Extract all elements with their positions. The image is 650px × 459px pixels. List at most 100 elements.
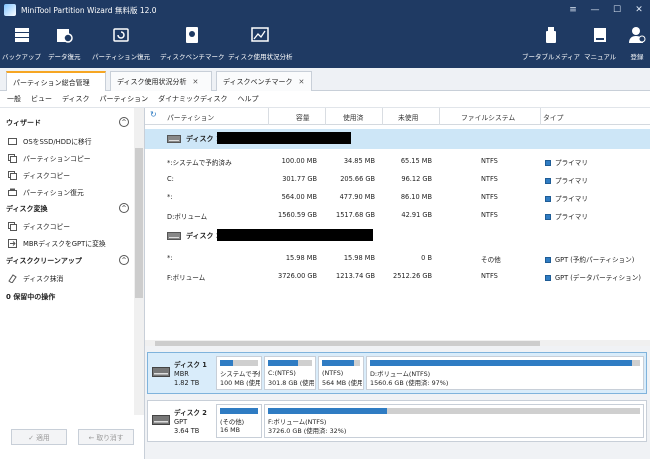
backup-button[interactable]: バックアップ xyxy=(2,24,41,61)
usage-bar xyxy=(268,360,298,366)
disk-map-row-2[interactable]: ディスク 2 GPT 3.64 TB (その他) 16 MB F:ボリューム(N… xyxy=(147,400,647,442)
partition-block[interactable]: C:(NTFS) 301.8 GB (使用 xyxy=(264,356,316,390)
maximize-icon[interactable]: ☐ xyxy=(606,0,628,20)
undo-button[interactable]: ← 取り消す xyxy=(78,429,134,445)
copy-icon xyxy=(8,221,17,231)
section-wizard: ウィザード xyxy=(6,119,41,127)
pending-operations: 0 保留中の操作 xyxy=(6,293,56,301)
window-controls: ≡ — ☐ ✕ xyxy=(562,0,650,20)
apply-button[interactable]: ✓ 適用 xyxy=(11,429,67,445)
recovery-icon xyxy=(8,188,17,197)
app-logo-icon xyxy=(4,4,16,16)
disk-icon xyxy=(167,232,181,240)
partition-block[interactable]: (NTFS) 564 MB (使用 xyxy=(318,356,364,390)
table-row[interactable]: D:ボリューム 1560.59 GB 1517.68 GB 42.91 GB N… xyxy=(145,206,650,224)
partition-recovery-button[interactable]: パーティション復元 xyxy=(92,24,150,61)
action-bar: ✓ 適用 ← 取り消す xyxy=(0,415,144,459)
redacted-disk-label xyxy=(217,229,373,241)
migrate-icon xyxy=(8,137,17,146)
table-row[interactable]: *: 564.00 MB 477.90 MB 86.10 MB NTFS プライ… xyxy=(145,188,650,206)
disk-icon xyxy=(152,367,170,377)
disk-map-info: ディスク 2 GPT 3.64 TB xyxy=(148,401,214,441)
menu-dynamic-disk[interactable]: ダイナミックディスク xyxy=(158,94,227,104)
redacted-disk-label xyxy=(217,132,351,144)
partition-block[interactable]: F:ボリューム(NTFS) 3726.0 GB (使用済: 32%) xyxy=(264,404,644,438)
space-analyzer-icon xyxy=(249,24,271,46)
partition-block[interactable]: D:ボリューム(NTFS) 1560.6 GB (使用済: 97%) xyxy=(366,356,644,390)
usage-bar xyxy=(268,408,388,414)
minimize-icon[interactable]: — xyxy=(584,0,606,20)
table-row[interactable]: *: 15.98 MB 15.98 MB 0 B その他 GPT (予約パーティ… xyxy=(145,249,650,267)
refresh-icon[interactable]: ↻ xyxy=(150,110,157,119)
tab-bar: パーティション総合管理 ディスク使用状況分析 ✕ ディスクベンチマーク ✕ xyxy=(0,68,650,92)
close-tab-icon[interactable]: ✕ xyxy=(299,78,305,86)
collapse-icon[interactable]: ^ xyxy=(119,117,129,127)
menu-view[interactable]: ビュー xyxy=(31,94,52,104)
partition-block[interactable]: システムで予約 100 MB (使用 xyxy=(216,356,262,390)
primary-type-icon xyxy=(545,160,551,166)
partition-recovery-icon xyxy=(110,24,132,46)
data-recovery-icon xyxy=(53,24,75,46)
section-disk-convert: ディスク変換 xyxy=(6,205,48,213)
disk-benchmark-icon xyxy=(181,24,203,46)
backup-icon xyxy=(11,24,33,46)
space-analyzer-button[interactable]: ディスク使用状況分析 xyxy=(228,24,293,61)
window-title: MiniTool Partition Wizard 無料版 12.0 xyxy=(21,5,157,15)
disk-map-row-1[interactable]: ディスク 1 MBR 1.82 TB システムで予約 100 MB (使用 C:… xyxy=(147,352,647,394)
title-bar: MiniTool Partition Wizard 無料版 12.0 ≡ — ☐… xyxy=(0,0,650,20)
menu-disk[interactable]: ディスク xyxy=(62,94,90,104)
tab-disk-benchmark[interactable]: ディスクベンチマーク ✕ xyxy=(216,71,312,91)
sidebar-item-disk-copy[interactable]: ディスクコピー xyxy=(8,170,70,180)
eraser-icon xyxy=(8,273,17,283)
primary-type-icon xyxy=(545,178,551,184)
close-tab-icon[interactable]: ✕ xyxy=(193,78,199,86)
section-disk-cleanup: ディスククリーンアップ xyxy=(6,257,82,265)
collapse-icon[interactable]: ^ xyxy=(119,203,129,213)
table-row[interactable]: C: 301.77 GB 205.66 GB 96.12 GB NTFS プライ… xyxy=(145,170,650,188)
usage-bar xyxy=(220,360,234,366)
register-icon xyxy=(626,24,648,46)
register-button[interactable]: 登録 xyxy=(626,24,648,61)
close-icon[interactable]: ✕ xyxy=(628,0,650,20)
disk-benchmark-button[interactable]: ディスクベンチマーク xyxy=(160,24,225,61)
sidebar: ウィザード ^ OSをSSD/HDDに移行 パーティションコピー ディスクコピー… xyxy=(0,108,145,459)
disk-icon xyxy=(167,135,181,143)
sidebar-item-partition-copy[interactable]: パーティションコピー xyxy=(8,153,91,163)
disk-map-info: ディスク 1 MBR 1.82 TB xyxy=(148,353,214,393)
usage-bar xyxy=(370,360,632,366)
primary-type-icon xyxy=(545,196,551,202)
bootable-media-icon xyxy=(540,24,562,46)
primary-type-icon xyxy=(545,214,551,220)
sidebar-scrollbar[interactable] xyxy=(134,108,144,415)
sidebar-item-disk-copy-2[interactable]: ディスクコピー xyxy=(8,221,70,231)
table-row[interactable]: F:ボリューム 3726.00 GB 1213.74 GB 2512.26 GB… xyxy=(145,267,650,285)
tab-space-analyzer[interactable]: ディスク使用状況分析 ✕ xyxy=(110,71,212,91)
table-row[interactable]: *:システムで予約済み 100.00 MB 34.85 MB 65.15 MB … xyxy=(145,152,650,170)
convert-icon xyxy=(8,238,17,248)
tab-partition-management[interactable]: パーティション総合管理 xyxy=(6,71,106,92)
sidebar-item-migrate-os[interactable]: OSをSSD/HDDに移行 xyxy=(8,136,92,146)
manual-button[interactable]: マニュアル xyxy=(584,24,616,61)
table-header: ↻ パーティション 容量 使用済 未使用 ファイルシステム タイプ xyxy=(145,108,650,125)
sidebar-item-mbr-to-gpt[interactable]: MBRディスクをGPTに変換 xyxy=(8,238,106,248)
bootable-media-button[interactable]: ブータブルメディア xyxy=(522,24,580,61)
partition-table: ↻ パーティション 容量 使用済 未使用 ファイルシステム タイプ ディスク 1… xyxy=(145,108,650,348)
data-recovery-button[interactable]: データ復元 xyxy=(48,24,81,61)
gpt-type-icon xyxy=(545,257,551,263)
menu-help[interactable]: ヘルプ xyxy=(237,94,258,104)
menu-general[interactable]: 一般 xyxy=(7,94,21,104)
copy-icon xyxy=(8,170,17,180)
menu-partition[interactable]: パーティション xyxy=(100,94,149,104)
copy-icon xyxy=(8,153,17,163)
menu-icon[interactable]: ≡ xyxy=(562,0,584,20)
menu-bar: 一般 ビュー ディスク パーティション ダイナミックディスク ヘルプ xyxy=(0,91,650,108)
gpt-type-icon xyxy=(545,275,551,281)
sidebar-item-wipe-disk[interactable]: ディスク抹消 xyxy=(8,273,63,283)
toolbar: バックアップ データ復元 パーティション復元 ディスクベンチマーク ディスク使用… xyxy=(0,20,650,68)
partition-block[interactable]: (その他) 16 MB xyxy=(216,404,262,438)
sidebar-item-partition-recovery[interactable]: パーティション復元 xyxy=(8,187,84,197)
usage-bar xyxy=(220,408,258,414)
usage-bar xyxy=(322,360,355,366)
collapse-icon[interactable]: ^ xyxy=(119,255,129,265)
manual-icon xyxy=(589,24,611,46)
